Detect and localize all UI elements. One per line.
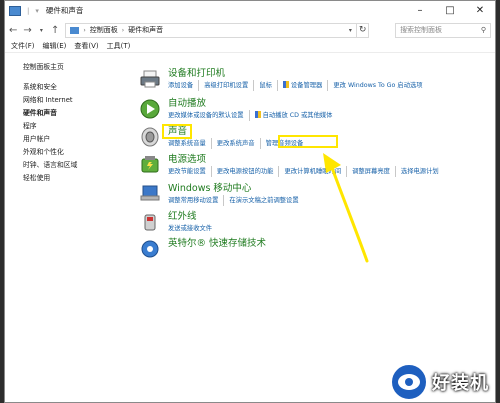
menu-tools[interactable]: 工具(T)	[107, 41, 131, 51]
window-title: 硬件和声音	[45, 6, 84, 15]
minimize-button[interactable]: –	[405, 1, 435, 20]
menu-edit[interactable]: 编辑(E)	[43, 41, 67, 51]
link-windows-to-go[interactable]: 更改 Windows To Go 启动选项	[333, 80, 427, 91]
control-panel-window: | ▾ 硬件和声音 – □ ✕ ← → ▾ ↑ › 控制面板 › 硬件和声音 ▾…	[4, 0, 496, 403]
sidebar-item-appearance[interactable]: 外观和个性化	[23, 146, 133, 159]
navigation-bar: ← → ▾ ↑ › 控制面板 › 硬件和声音 ▾ ↻ 搜索控制面板 ⚲	[5, 20, 495, 40]
mobility-center-icon	[138, 182, 162, 206]
link-change-system-sounds[interactable]: 更改系统声音	[217, 138, 261, 149]
link-manage-audio-devices[interactable]: 管理音频设备	[266, 138, 309, 149]
search-input[interactable]: 搜索控制面板 ⚲	[395, 22, 491, 38]
category-title-infrared[interactable]: 红外线	[168, 210, 493, 223]
search-icon: ⚲	[480, 26, 486, 34]
category-list: 设备和打印机 添加设备 高级打印机设置 鼠标 设备管理器 更改 Windows …	[138, 67, 493, 261]
link-screen-brightness[interactable]: 调整屏幕亮度	[352, 166, 396, 177]
sidebar-item-home[interactable]: 控制面板主页	[23, 61, 133, 74]
forward-arrow-icon[interactable]: →	[23, 25, 31, 36]
intel-rst-icon	[138, 237, 162, 261]
category-autoplay: 自动播放 更改媒体或设备的默认设置 自动播放 CD 或其他媒体	[138, 97, 493, 125]
category-power-options: 电源选项 更改节能设置 更改电源按钮的功能 更改计算机睡眠时间 调整屏幕亮度 选…	[138, 153, 493, 182]
uac-shield-icon	[254, 111, 261, 118]
watermark-logo-icon	[390, 363, 428, 401]
sidebar: 控制面板主页 系统和安全 网络和 Internet 硬件和声音 程序 用户帐户 …	[23, 61, 133, 185]
sidebar-item-user-accounts[interactable]: 用户帐户	[23, 133, 133, 146]
category-title-autoplay[interactable]: 自动播放	[168, 97, 493, 110]
watermark-text: 好装机	[432, 373, 489, 394]
category-devices-printers: 设备和打印机 添加设备 高级打印机设置 鼠标 设备管理器 更改 Windows …	[138, 67, 493, 97]
menu-file[interactable]: 文件(F)	[11, 41, 35, 51]
uac-shield-icon	[282, 81, 289, 88]
link-power-saving[interactable]: 更改节能设置	[168, 166, 212, 177]
menu-view[interactable]: 查看(V)	[74, 41, 98, 51]
category-mobility-center: Windows 移动中心 调整常用移动设置 在演示文稿之前调整设置	[138, 182, 493, 210]
link-adjust-volume[interactable]: 调整系统音量	[168, 138, 212, 149]
sidebar-item-system-security[interactable]: 系统和安全	[23, 81, 133, 94]
link-advanced-printer-setup[interactable]: 高级打印机设置	[204, 80, 255, 91]
link-mouse[interactable]: 鼠标	[259, 80, 278, 91]
link-sleep-time[interactable]: 更改计算机睡眠时间	[284, 166, 348, 177]
back-arrow-icon[interactable]: ←	[9, 25, 17, 36]
link-mobility-settings[interactable]: 调整常用移动设置	[168, 195, 225, 206]
recent-locations-icon[interactable]: ▾	[38, 27, 45, 34]
sidebar-item-programs[interactable]: 程序	[23, 120, 133, 133]
infrared-icon	[138, 210, 162, 234]
breadcrumb-hardware-sound[interactable]: 硬件和声音	[128, 25, 163, 35]
autoplay-icon	[138, 97, 162, 121]
category-title-mobility-center[interactable]: Windows 移动中心	[168, 182, 493, 195]
quick-access-separator: |	[27, 6, 30, 15]
sidebar-item-hardware-sound: 硬件和声音	[23, 109, 57, 117]
link-presentation-settings[interactable]: 在演示文稿之前调整设置	[229, 195, 303, 206]
category-intel-rst: 英特尔® 快速存储技术	[138, 237, 493, 261]
control-panel-icon	[70, 26, 80, 34]
title-bar: | ▾ 硬件和声音 – □ ✕	[5, 1, 495, 20]
category-title-power-options[interactable]: 电源选项	[168, 153, 493, 166]
close-button[interactable]: ✕	[465, 1, 495, 20]
speaker-icon	[138, 125, 162, 149]
folder-icon	[9, 5, 21, 16]
address-bar[interactable]: › 控制面板 › 硬件和声音 ▾	[65, 22, 358, 38]
menu-bar: 文件(F) 编辑(E) 查看(V) 工具(T)	[5, 40, 495, 53]
link-autoplay-cd[interactable]: 自动播放 CD 或其他媒体	[254, 110, 338, 121]
link-add-device[interactable]: 添加设备	[168, 80, 200, 91]
link-device-manager[interactable]: 设备管理器	[282, 80, 329, 91]
sidebar-item-clock-region[interactable]: 时钟、语言和区域	[23, 159, 133, 172]
link-send-receive-files[interactable]: 发送或接收文件	[168, 223, 217, 234]
quick-access-dropdown-icon[interactable]: ▾	[35, 7, 39, 15]
printer-icon	[138, 67, 162, 91]
up-arrow-icon[interactable]: ↑	[51, 25, 59, 36]
watermark: 好装机	[389, 362, 489, 402]
breadcrumb-control-panel[interactable]: 控制面板	[90, 25, 118, 35]
category-sound: 声音 调整系统音量 更改系统声音 管理音频设备	[138, 125, 493, 153]
maximize-button[interactable]: □	[435, 1, 465, 20]
address-dropdown-icon[interactable]: ▾	[344, 27, 356, 34]
category-title-devices-printers[interactable]: 设备和打印机	[168, 67, 493, 80]
content-area: 控制面板主页 系统和安全 网络和 Internet 硬件和声音 程序 用户帐户 …	[5, 53, 495, 402]
link-power-button[interactable]: 更改电源按钮的功能	[217, 166, 280, 177]
category-infrared: 红外线 发送或接收文件	[138, 210, 493, 237]
sidebar-item-ease-of-access[interactable]: 轻松使用	[23, 172, 133, 185]
sidebar-item-network[interactable]: 网络和 Internet	[23, 94, 133, 107]
link-power-plan[interactable]: 选择电源计划	[401, 166, 444, 177]
category-title-sound[interactable]: 声音	[168, 125, 493, 138]
refresh-icon[interactable]: ↻	[357, 22, 370, 38]
category-title-intel-rst[interactable]: 英特尔® 快速存储技术	[168, 237, 493, 250]
link-change-media-defaults[interactable]: 更改媒体或设备的默认设置	[168, 110, 250, 121]
power-options-icon	[138, 153, 162, 177]
